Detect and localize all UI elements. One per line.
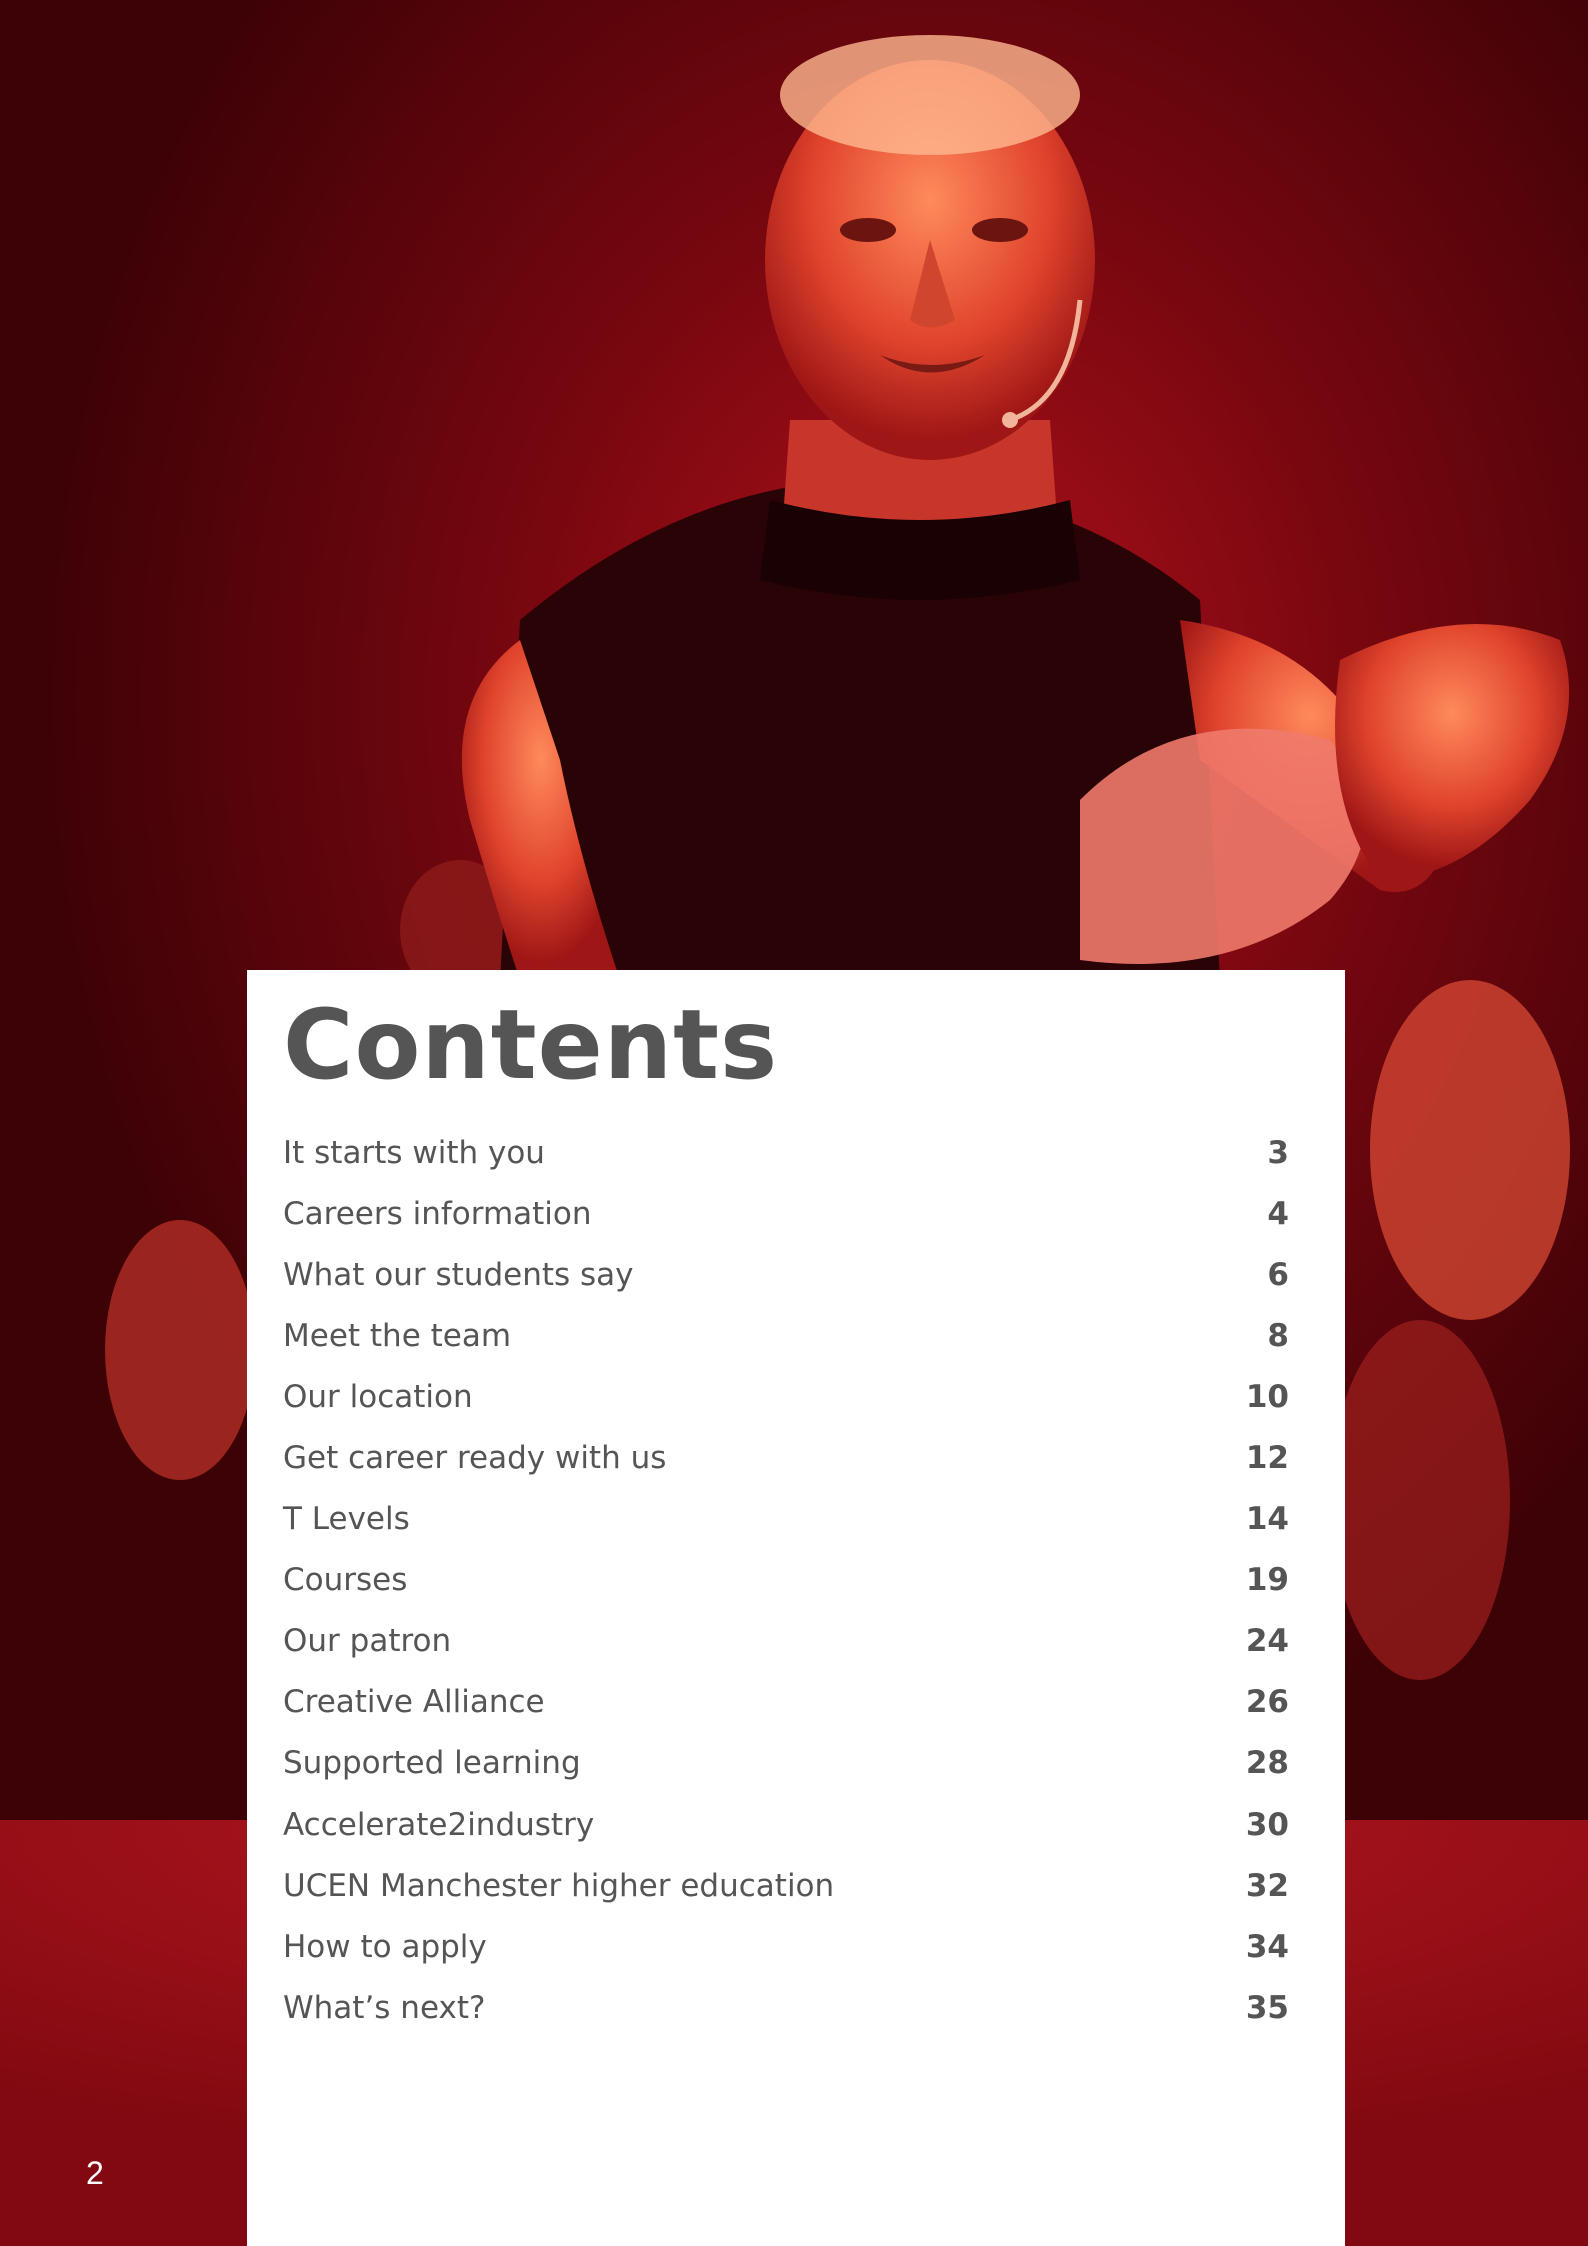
contents-title: Contents — [283, 989, 779, 1101]
toc-page-number: 26 — [1245, 1684, 1289, 1721]
toc-page-number: 19 — [1245, 1562, 1289, 1599]
toc-page-number: 4 — [1267, 1195, 1289, 1232]
toc-item[interactable]: What’s next? 35 — [283, 1977, 1289, 2038]
toc-label: UCEN Manchester higher education — [283, 1867, 835, 1904]
toc-item[interactable]: What our students say 6 — [283, 1244, 1289, 1305]
toc-label: Creative Alliance — [283, 1684, 545, 1721]
toc-item[interactable]: Supported learning 28 — [283, 1733, 1289, 1794]
toc-item[interactable]: Creative Alliance 26 — [283, 1672, 1289, 1733]
toc-item[interactable]: Get career ready with us 12 — [283, 1427, 1289, 1488]
toc-item[interactable]: Meet the team 8 — [283, 1305, 1289, 1366]
toc-label: Courses — [283, 1562, 408, 1599]
toc-page-number: 32 — [1245, 1867, 1289, 1904]
toc-item[interactable]: Our patron 24 — [283, 1611, 1289, 1672]
toc-page-number: 14 — [1245, 1501, 1289, 1538]
toc-item[interactable]: Our location 10 — [283, 1366, 1289, 1427]
toc-page-number: 34 — [1245, 1928, 1289, 1965]
toc-page-number: 3 — [1267, 1134, 1289, 1171]
toc-page-number: 28 — [1245, 1745, 1289, 1782]
toc-label: Meet the team — [283, 1317, 512, 1354]
toc-label: T Levels — [283, 1501, 410, 1538]
toc-label: It starts with you — [283, 1134, 545, 1171]
toc-page-number: 24 — [1245, 1623, 1289, 1660]
toc-page-number: 8 — [1267, 1317, 1289, 1354]
toc-item[interactable]: It starts with you 3 — [283, 1122, 1289, 1183]
toc-label: Accelerate2industry — [283, 1806, 595, 1843]
toc-item[interactable]: UCEN Manchester higher education 32 — [283, 1855, 1289, 1916]
toc-label: What our students say — [283, 1256, 634, 1293]
toc-label: Our location — [283, 1378, 473, 1415]
toc-label: How to apply — [283, 1928, 487, 1965]
toc-page-number: 12 — [1245, 1440, 1289, 1477]
toc-item[interactable]: Courses 19 — [283, 1550, 1289, 1611]
toc-label: Our patron — [283, 1623, 452, 1660]
toc-item[interactable]: Careers information 4 — [283, 1183, 1289, 1244]
toc-label: Careers information — [283, 1195, 592, 1232]
toc-page-number: 10 — [1245, 1378, 1289, 1415]
contents-panel: Contents It starts with you 3 Careers in… — [247, 970, 1345, 2246]
toc-item[interactable]: Accelerate2industry 30 — [283, 1794, 1289, 1855]
toc-page-number: 35 — [1245, 1989, 1289, 2026]
toc-label: Get career ready with us — [283, 1440, 667, 1477]
toc-label: Supported learning — [283, 1745, 581, 1782]
page-number: 2 — [86, 2155, 104, 2191]
toc-label: What’s next? — [283, 1989, 486, 2026]
toc-page-number: 6 — [1267, 1256, 1289, 1293]
toc-item[interactable]: T Levels 14 — [283, 1489, 1289, 1550]
toc-item[interactable]: How to apply 34 — [283, 1916, 1289, 1977]
toc-list: It starts with you 3 Careers information… — [283, 1122, 1289, 2038]
toc-page-number: 30 — [1245, 1806, 1289, 1843]
